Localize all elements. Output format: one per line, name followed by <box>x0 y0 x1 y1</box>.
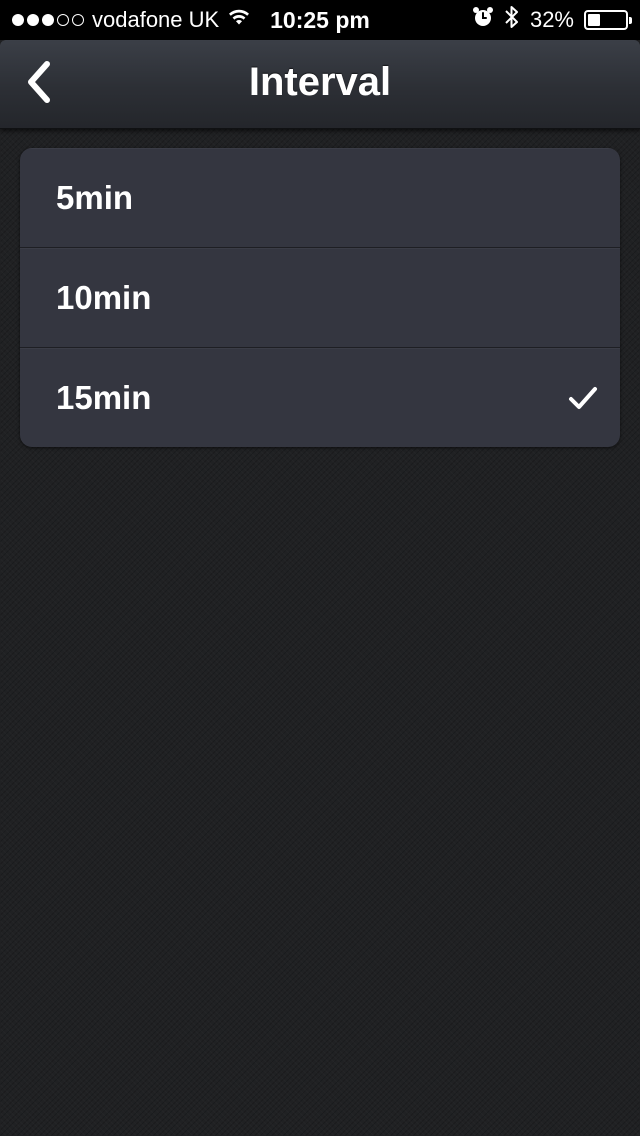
option-label: 5min <box>56 179 134 216</box>
bluetooth-icon <box>504 4 520 36</box>
option-label: 15min <box>56 379 152 416</box>
interval-options-list: 5min 10min 15min <box>20 148 620 447</box>
option-5min[interactable]: 5min <box>20 148 620 248</box>
option-label: 10min <box>56 279 152 316</box>
battery-percent: 32% <box>529 7 574 32</box>
status-bar: vodafone UK 10:25 pm 32% <box>0 0 640 40</box>
alarm-icon <box>472 6 494 34</box>
status-right: 32% <box>472 0 632 40</box>
option-15min[interactable]: 15min <box>20 348 620 447</box>
checkmark-icon <box>568 384 598 412</box>
battery-icon <box>584 10 632 30</box>
option-10min[interactable]: 10min <box>20 248 620 348</box>
screen: vodafone UK 10:25 pm 32% Interval 5min 1… <box>0 0 640 1136</box>
navigation-bar: Interval <box>0 40 640 129</box>
battery-level <box>588 14 600 26</box>
page-title: Interval <box>248 60 392 104</box>
